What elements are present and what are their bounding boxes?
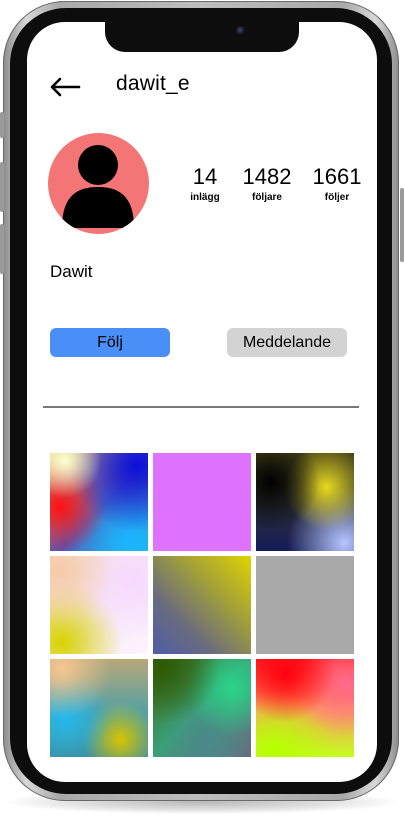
section-divider xyxy=(43,406,359,408)
stat-posts-count: 14 xyxy=(192,164,218,189)
post-thumbnail[interactable] xyxy=(153,659,251,757)
volume-up-button xyxy=(0,162,4,212)
arrow-left-icon xyxy=(50,77,81,97)
avatar[interactable] xyxy=(48,133,149,234)
post-thumbnail[interactable] xyxy=(50,659,148,757)
stat-posts[interactable]: 14 inlägg xyxy=(182,165,228,205)
stat-following-count: 1661 xyxy=(312,164,362,189)
post-thumbnail[interactable] xyxy=(256,659,354,757)
follow-button[interactable]: Följ xyxy=(50,328,170,357)
mute-switch xyxy=(0,112,4,138)
post-thumbnail[interactable] xyxy=(50,453,148,551)
volume-down-button xyxy=(0,224,4,274)
post-thumbnail[interactable] xyxy=(256,556,354,654)
stat-following-label: följer xyxy=(324,192,350,203)
message-button-label: Meddelande xyxy=(242,333,332,351)
power-button xyxy=(400,188,404,262)
post-thumbnail[interactable] xyxy=(256,453,354,551)
notch xyxy=(105,22,299,52)
app-screen: dawit_e 14 inlägg 1482 följare 1661 följ… xyxy=(27,22,377,782)
post-thumbnail[interactable] xyxy=(153,556,251,654)
profile-display-name: Dawit xyxy=(50,262,93,281)
post-grid xyxy=(50,453,355,758)
page: { "profile": { "username": "dawit_e", "d… xyxy=(0,0,404,816)
profile-username: dawit_e xyxy=(116,72,190,95)
stat-followers-label: följare xyxy=(251,192,282,203)
post-thumbnail[interactable] xyxy=(153,453,251,551)
message-button[interactable]: Meddelande xyxy=(227,328,347,357)
follow-button-label: Följ xyxy=(97,333,123,351)
person-silhouette-icon xyxy=(62,145,134,228)
back-button[interactable] xyxy=(49,76,81,98)
post-thumbnail[interactable] xyxy=(50,556,148,654)
front-camera xyxy=(236,26,246,36)
stat-followers-count: 1482 xyxy=(242,164,292,189)
stat-followers[interactable]: 1482 följare xyxy=(238,165,296,205)
stat-posts-label: inlägg xyxy=(190,192,220,203)
stat-following[interactable]: 1661 följer xyxy=(312,165,362,205)
